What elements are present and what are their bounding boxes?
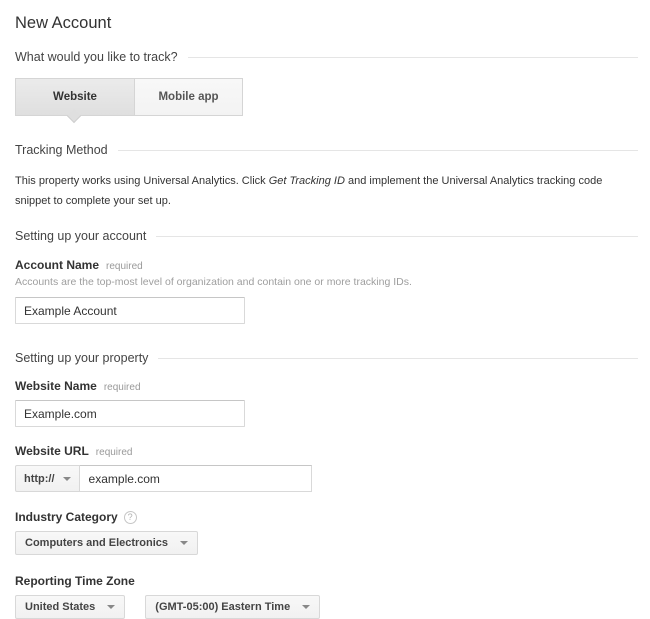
tab-mobile-app-label: Mobile app bbox=[158, 91, 218, 103]
time-zone-row: United States (GMT-05:00) Eastern Time bbox=[15, 588, 638, 619]
tab-website[interactable]: Website bbox=[15, 78, 135, 116]
chevron-down-icon bbox=[107, 605, 115, 609]
reporting-time-zone-label: Reporting Time Zone bbox=[15, 574, 135, 588]
account-name-helper-text: Accounts are the top-most level of organ… bbox=[15, 276, 638, 288]
industry-category-label-row: Industry Category ? bbox=[15, 510, 638, 524]
track-type-tabs: Website Mobile app bbox=[15, 78, 638, 116]
reporting-time-zone-label-row: Reporting Time Zone bbox=[15, 574, 638, 588]
heading-divider bbox=[188, 57, 638, 58]
tracking-method-description: This property works using Universal Anal… bbox=[15, 171, 637, 211]
industry-category-value: Computers and Electronics bbox=[25, 537, 168, 549]
section-heading-tracking-method: Tracking Method bbox=[15, 142, 638, 158]
description-text-1: This property works using Universal Anal… bbox=[15, 175, 269, 187]
account-name-label-row: Account Name required bbox=[15, 258, 638, 272]
website-url-row: http:// bbox=[15, 465, 638, 492]
website-url-label: Website URL bbox=[15, 444, 89, 458]
section-heading-track: What would you like to track? bbox=[15, 49, 638, 65]
time-zone-dropdown[interactable]: (GMT-05:00) Eastern Time bbox=[145, 595, 320, 619]
get-tracking-id-emphasis: Get Tracking ID bbox=[269, 175, 345, 187]
industry-category-label: Industry Category bbox=[15, 510, 118, 524]
page-title: New Account bbox=[15, 13, 638, 34]
account-name-label: Account Name bbox=[15, 258, 99, 272]
website-url-label-row: Website URL required bbox=[15, 444, 638, 458]
selected-tab-pointer-icon bbox=[67, 109, 81, 123]
section-heading-account: Setting up your account bbox=[15, 228, 638, 244]
heading-divider bbox=[118, 150, 638, 151]
heading-divider bbox=[158, 358, 638, 359]
website-name-label-row: Website Name required bbox=[15, 379, 638, 393]
country-value: United States bbox=[25, 601, 95, 613]
required-badge: required bbox=[104, 382, 141, 393]
chevron-down-icon bbox=[302, 605, 310, 609]
required-badge: required bbox=[96, 447, 133, 458]
heading-divider bbox=[156, 236, 638, 237]
website-url-input[interactable] bbox=[80, 465, 312, 492]
tab-website-label: Website bbox=[53, 91, 97, 103]
help-icon[interactable]: ? bbox=[124, 511, 137, 524]
chevron-down-icon bbox=[180, 541, 188, 545]
industry-category-dropdown[interactable]: Computers and Electronics bbox=[15, 531, 198, 555]
account-name-input[interactable] bbox=[15, 297, 245, 324]
time-zone-value: (GMT-05:00) Eastern Time bbox=[155, 601, 290, 613]
country-dropdown[interactable]: United States bbox=[15, 595, 125, 619]
section-heading-property: Setting up your property bbox=[15, 350, 638, 366]
url-protocol-dropdown[interactable]: http:// bbox=[15, 465, 80, 492]
account-heading-text: Setting up your account bbox=[15, 228, 146, 244]
track-heading-text: What would you like to track? bbox=[15, 49, 178, 65]
required-badge: required bbox=[106, 261, 143, 272]
property-heading-text: Setting up your property bbox=[15, 350, 148, 366]
new-account-page: New Account What would you like to track… bbox=[0, 0, 650, 576]
website-name-input[interactable] bbox=[15, 400, 245, 427]
tracking-method-heading-text: Tracking Method bbox=[15, 142, 108, 158]
tab-mobile-app[interactable]: Mobile app bbox=[135, 78, 243, 116]
website-name-label: Website Name bbox=[15, 379, 97, 393]
url-protocol-value: http:// bbox=[24, 473, 55, 485]
chevron-down-icon bbox=[63, 477, 71, 481]
